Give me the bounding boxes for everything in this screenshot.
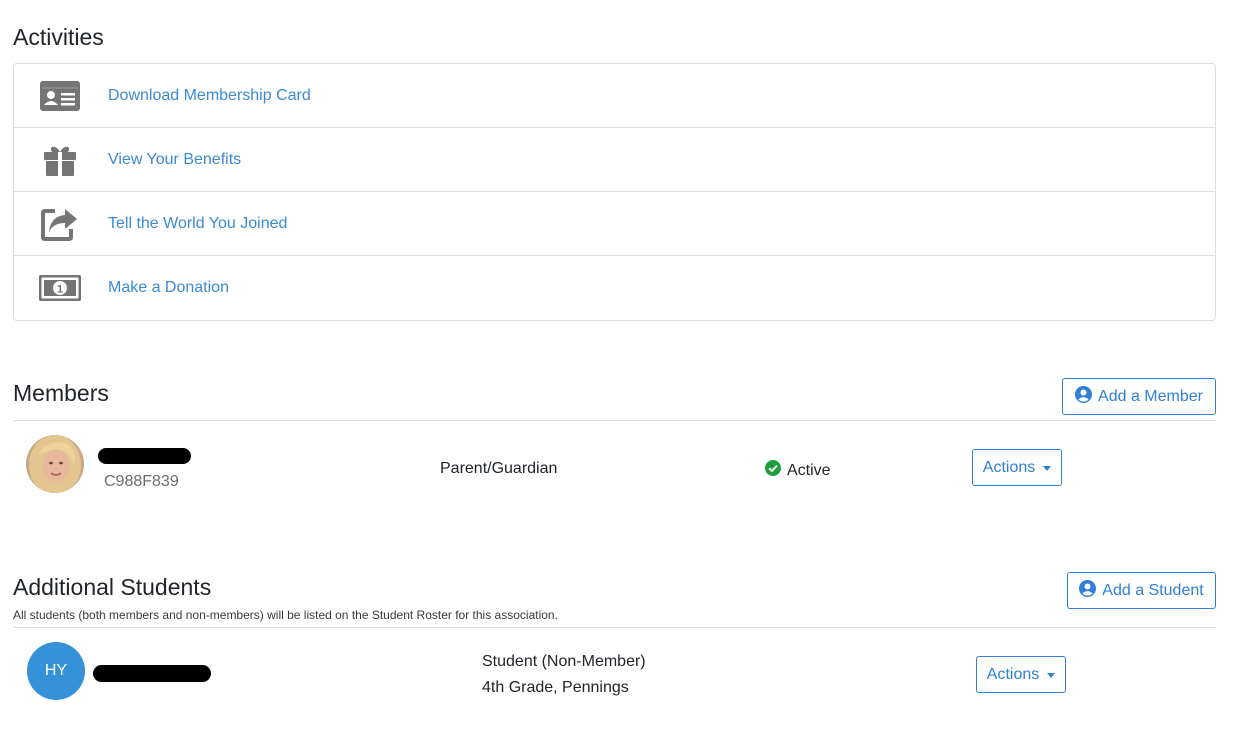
- user-circle-icon: [1075, 385, 1093, 408]
- add-member-button[interactable]: Add a Member: [1062, 378, 1216, 415]
- status-text: Active: [787, 461, 831, 479]
- id-card-icon: [14, 80, 106, 111]
- activity-label[interactable]: View Your Benefits: [108, 151, 241, 169]
- activity-donation[interactable]: 1 Make a Donation: [14, 256, 1215, 320]
- redacted-name: [93, 665, 211, 682]
- add-student-button[interactable]: Add a Student: [1067, 572, 1216, 609]
- activity-label[interactable]: Make a Donation: [108, 279, 229, 297]
- member-role: Parent/Guardian: [440, 460, 558, 477]
- student-actions-button[interactable]: Actions: [976, 656, 1066, 693]
- actions-label: Actions: [986, 665, 1040, 683]
- status-badge: Active: [765, 460, 831, 481]
- add-student-label: Add a Student: [1102, 581, 1204, 599]
- activities-list: Download Membership Card View Your Benef…: [13, 63, 1216, 321]
- money-bill-icon: 1: [14, 275, 106, 301]
- actions-label: Actions: [982, 458, 1036, 476]
- student-grade: 4th Grade, Pennings: [482, 679, 629, 696]
- member-actions-button[interactable]: Actions: [972, 449, 1062, 486]
- student-type: Student (Non-Member): [482, 653, 646, 670]
- activity-download-card[interactable]: Download Membership Card: [14, 64, 1215, 128]
- students-divider: [13, 627, 1216, 628]
- activity-view-benefits[interactable]: View Your Benefits: [14, 128, 1215, 192]
- gift-icon: [14, 144, 106, 176]
- members-title: Members: [13, 380, 109, 406]
- user-circle-icon: [1079, 579, 1097, 602]
- caret-down-icon: [1043, 466, 1052, 471]
- member-id: C988F839: [104, 473, 179, 490]
- students-subtitle: All students (both members and non-membe…: [13, 608, 558, 622]
- avatar: [26, 435, 84, 493]
- members-divider: [13, 420, 1216, 421]
- redacted-name: [98, 448, 191, 464]
- share-icon: [14, 207, 106, 241]
- check-circle-icon: [765, 460, 781, 481]
- activities-title: Activities: [13, 24, 104, 50]
- add-member-label: Add a Member: [1098, 387, 1203, 405]
- activity-label[interactable]: Tell the World You Joined: [108, 215, 287, 233]
- activity-label[interactable]: Download Membership Card: [108, 87, 311, 105]
- activity-share[interactable]: Tell the World You Joined: [14, 192, 1215, 256]
- students-title: Additional Students: [13, 574, 212, 600]
- caret-down-icon: [1047, 673, 1056, 678]
- avatar-initials: HY: [27, 642, 85, 700]
- svg-text:1: 1: [57, 284, 63, 296]
